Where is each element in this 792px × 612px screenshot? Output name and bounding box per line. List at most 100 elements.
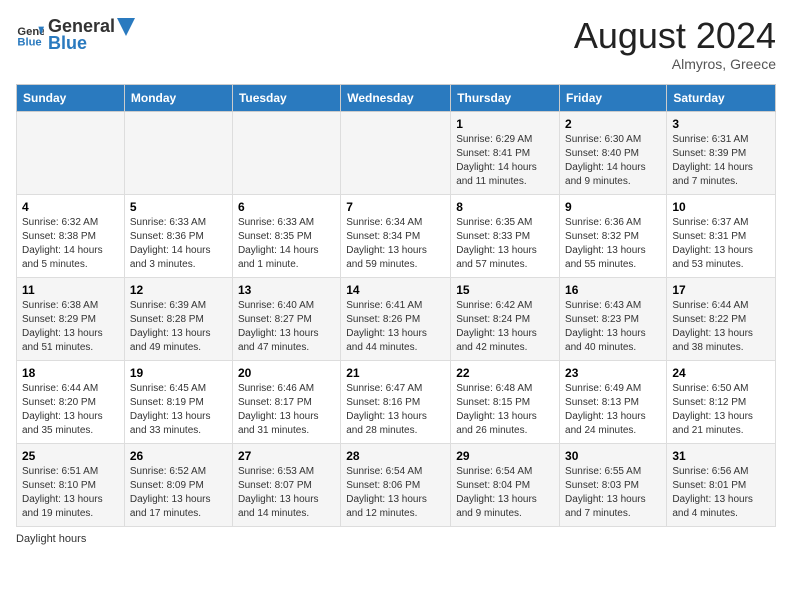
day-number: 31 bbox=[672, 449, 770, 463]
calendar-cell: 27 Sunrise: 6:53 AM Sunset: 8:07 PM Dayli… bbox=[232, 443, 340, 526]
calendar-cell: 9Sunrise: 6:36 AM Sunset: 8:32 PM Daylig… bbox=[560, 194, 667, 277]
day-info-text: Sunrise: 6:31 AM Sunset: 8:39 PM Dayligh… bbox=[672, 133, 770, 189]
calendar-cell: 22 Sunrise: 6:48 AM Sunset: 8:15 PM Dayli… bbox=[451, 360, 560, 443]
daylight-label: Daylight hours bbox=[16, 533, 86, 545]
day-number: 20 bbox=[238, 366, 335, 380]
location-subtitle: Almyros, Greece bbox=[574, 56, 776, 72]
day-info-text: Sunrise: 6:50 AM Sunset: 8:12 PM Dayligh… bbox=[672, 382, 770, 438]
logo-icon: General Blue bbox=[16, 21, 44, 49]
calendar-week-row: 25 Sunrise: 6:51 AM Sunset: 8:10 PM Dayli… bbox=[17, 443, 776, 526]
calendar-cell: 1 Sunrise: 6:29 AM Sunset: 8:41 PM Daylig… bbox=[451, 111, 560, 194]
day-info-text: Sunrise: 6:33 AM Sunset: 8:36 PM Dayligh… bbox=[130, 216, 227, 272]
day-info-text: Sunrise: 6:41 AM Sunset: 8:26 PM Dayligh… bbox=[346, 299, 445, 355]
day-header-saturday: Saturday bbox=[667, 84, 776, 111]
day-info-text: Sunrise: 6:46 AM Sunset: 8:17 PM Dayligh… bbox=[238, 382, 335, 438]
day-info-text: Sunrise: 6:35 AM Sunset: 8:33 PM Dayligh… bbox=[456, 216, 554, 272]
calendar-week-row: 4Sunrise: 6:32 AM Sunset: 8:38 PM Daylig… bbox=[17, 194, 776, 277]
calendar-week-row: 18Sunrise: 6:44 AM Sunset: 8:20 PM Dayli… bbox=[17, 360, 776, 443]
day-header-wednesday: Wednesday bbox=[341, 84, 451, 111]
calendar-cell: 4Sunrise: 6:32 AM Sunset: 8:38 PM Daylig… bbox=[17, 194, 125, 277]
calendar-cell: 14 Sunrise: 6:41 AM Sunset: 8:26 PM Dayli… bbox=[341, 277, 451, 360]
calendar-cell bbox=[341, 111, 451, 194]
calendar-cell: 28Sunrise: 6:54 AM Sunset: 8:06 PM Dayli… bbox=[341, 443, 451, 526]
day-number: 8 bbox=[456, 200, 554, 214]
day-info-text: Sunrise: 6:53 AM Sunset: 8:07 PM Dayligh… bbox=[238, 465, 335, 521]
calendar-cell bbox=[17, 111, 125, 194]
day-header-sunday: Sunday bbox=[17, 84, 125, 111]
day-number: 12 bbox=[130, 283, 227, 297]
day-info-text: Sunrise: 6:33 AM Sunset: 8:35 PM Dayligh… bbox=[238, 216, 335, 272]
day-number: 2 bbox=[565, 117, 661, 131]
day-info-text: Sunrise: 6:29 AM Sunset: 8:41 PM Dayligh… bbox=[456, 133, 554, 189]
calendar-cell: 26 Sunrise: 6:52 AM Sunset: 8:09 PM Dayli… bbox=[124, 443, 232, 526]
day-info-text: Sunrise: 6:52 AM Sunset: 8:09 PM Dayligh… bbox=[130, 465, 227, 521]
calendar-week-row: 1 Sunrise: 6:29 AM Sunset: 8:41 PM Daylig… bbox=[17, 111, 776, 194]
calendar-footer: Daylight hours bbox=[16, 533, 776, 545]
day-info-text: Sunrise: 6:55 AM Sunset: 8:03 PM Dayligh… bbox=[565, 465, 661, 521]
calendar-cell: 24 Sunrise: 6:50 AM Sunset: 8:12 PM Dayli… bbox=[667, 360, 776, 443]
day-info-text: Sunrise: 6:44 AM Sunset: 8:22 PM Dayligh… bbox=[672, 299, 770, 355]
day-info-text: Sunrise: 6:45 AM Sunset: 8:19 PM Dayligh… bbox=[130, 382, 227, 438]
day-info-text: Sunrise: 6:34 AM Sunset: 8:34 PM Dayligh… bbox=[346, 216, 445, 272]
day-number: 14 bbox=[346, 283, 445, 297]
calendar-cell: 18Sunrise: 6:44 AM Sunset: 8:20 PM Dayli… bbox=[17, 360, 125, 443]
day-number: 3 bbox=[672, 117, 770, 131]
day-number: 21 bbox=[346, 366, 445, 380]
day-info-text: Sunrise: 6:40 AM Sunset: 8:27 PM Dayligh… bbox=[238, 299, 335, 355]
calendar-cell: 30 Sunrise: 6:55 AM Sunset: 8:03 PM Dayli… bbox=[560, 443, 667, 526]
day-info-text: Sunrise: 6:44 AM Sunset: 8:20 PM Dayligh… bbox=[22, 382, 119, 438]
calendar-cell: 21Sunrise: 6:47 AM Sunset: 8:16 PM Dayli… bbox=[341, 360, 451, 443]
calendar-cell: 20 Sunrise: 6:46 AM Sunset: 8:17 PM Dayli… bbox=[232, 360, 340, 443]
day-number: 10 bbox=[672, 200, 770, 214]
day-number: 24 bbox=[672, 366, 770, 380]
calendar-cell bbox=[232, 111, 340, 194]
day-info-text: Sunrise: 6:54 AM Sunset: 8:04 PM Dayligh… bbox=[456, 465, 554, 521]
calendar-cell: 15 Sunrise: 6:42 AM Sunset: 8:24 PM Dayli… bbox=[451, 277, 560, 360]
day-number: 1 bbox=[456, 117, 554, 131]
day-number: 13 bbox=[238, 283, 335, 297]
day-number: 27 bbox=[238, 449, 335, 463]
calendar-cell: 13 Sunrise: 6:40 AM Sunset: 8:27 PM Dayli… bbox=[232, 277, 340, 360]
day-info-text: Sunrise: 6:56 AM Sunset: 8:01 PM Dayligh… bbox=[672, 465, 770, 521]
day-info-text: Sunrise: 6:37 AM Sunset: 8:31 PM Dayligh… bbox=[672, 216, 770, 272]
svg-text:Blue: Blue bbox=[17, 37, 41, 49]
day-number: 26 bbox=[130, 449, 227, 463]
day-number: 25 bbox=[22, 449, 119, 463]
day-info-text: Sunrise: 6:51 AM Sunset: 8:10 PM Dayligh… bbox=[22, 465, 119, 521]
month-year-title: August 2024 bbox=[574, 16, 776, 56]
calendar-cell bbox=[124, 111, 232, 194]
day-number: 15 bbox=[456, 283, 554, 297]
page-header: General Blue General Blue August 2024 Al… bbox=[16, 16, 776, 72]
day-number: 17 bbox=[672, 283, 770, 297]
day-number: 29 bbox=[456, 449, 554, 463]
calendar-cell: 5 Sunrise: 6:33 AM Sunset: 8:36 PM Daylig… bbox=[124, 194, 232, 277]
calendar-cell: 6 Sunrise: 6:33 AM Sunset: 8:35 PM Daylig… bbox=[232, 194, 340, 277]
day-info-text: Sunrise: 6:43 AM Sunset: 8:23 PM Dayligh… bbox=[565, 299, 661, 355]
logo-triangle-icon bbox=[117, 18, 135, 36]
day-number: 5 bbox=[130, 200, 227, 214]
calendar-week-row: 11Sunrise: 6:38 AM Sunset: 8:29 PM Dayli… bbox=[17, 277, 776, 360]
day-number: 22 bbox=[456, 366, 554, 380]
day-header-thursday: Thursday bbox=[451, 84, 560, 111]
title-block: August 2024 Almyros, Greece bbox=[574, 16, 776, 72]
day-number: 9 bbox=[565, 200, 661, 214]
day-info-text: Sunrise: 6:32 AM Sunset: 8:38 PM Dayligh… bbox=[22, 216, 119, 272]
day-number: 7 bbox=[346, 200, 445, 214]
day-number: 23 bbox=[565, 366, 661, 380]
day-info-text: Sunrise: 6:48 AM Sunset: 8:15 PM Dayligh… bbox=[456, 382, 554, 438]
day-number: 28 bbox=[346, 449, 445, 463]
day-number: 30 bbox=[565, 449, 661, 463]
calendar-cell: 29 Sunrise: 6:54 AM Sunset: 8:04 PM Dayli… bbox=[451, 443, 560, 526]
calendar-cell: 25 Sunrise: 6:51 AM Sunset: 8:10 PM Dayli… bbox=[17, 443, 125, 526]
calendar-header-row: SundayMondayTuesdayWednesdayThursdayFrid… bbox=[17, 84, 776, 111]
calendar-cell: 10 Sunrise: 6:37 AM Sunset: 8:31 PM Dayli… bbox=[667, 194, 776, 277]
calendar-table: SundayMondayTuesdayWednesdayThursdayFrid… bbox=[16, 84, 776, 527]
day-info-text: Sunrise: 6:39 AM Sunset: 8:28 PM Dayligh… bbox=[130, 299, 227, 355]
day-info-text: Sunrise: 6:30 AM Sunset: 8:40 PM Dayligh… bbox=[565, 133, 661, 189]
calendar-cell: 31 Sunrise: 6:56 AM Sunset: 8:01 PM Dayli… bbox=[667, 443, 776, 526]
calendar-cell: 16Sunrise: 6:43 AM Sunset: 8:23 PM Dayli… bbox=[560, 277, 667, 360]
day-number: 6 bbox=[238, 200, 335, 214]
day-number: 19 bbox=[130, 366, 227, 380]
day-info-text: Sunrise: 6:42 AM Sunset: 8:24 PM Dayligh… bbox=[456, 299, 554, 355]
calendar-cell: 19 Sunrise: 6:45 AM Sunset: 8:19 PM Dayli… bbox=[124, 360, 232, 443]
